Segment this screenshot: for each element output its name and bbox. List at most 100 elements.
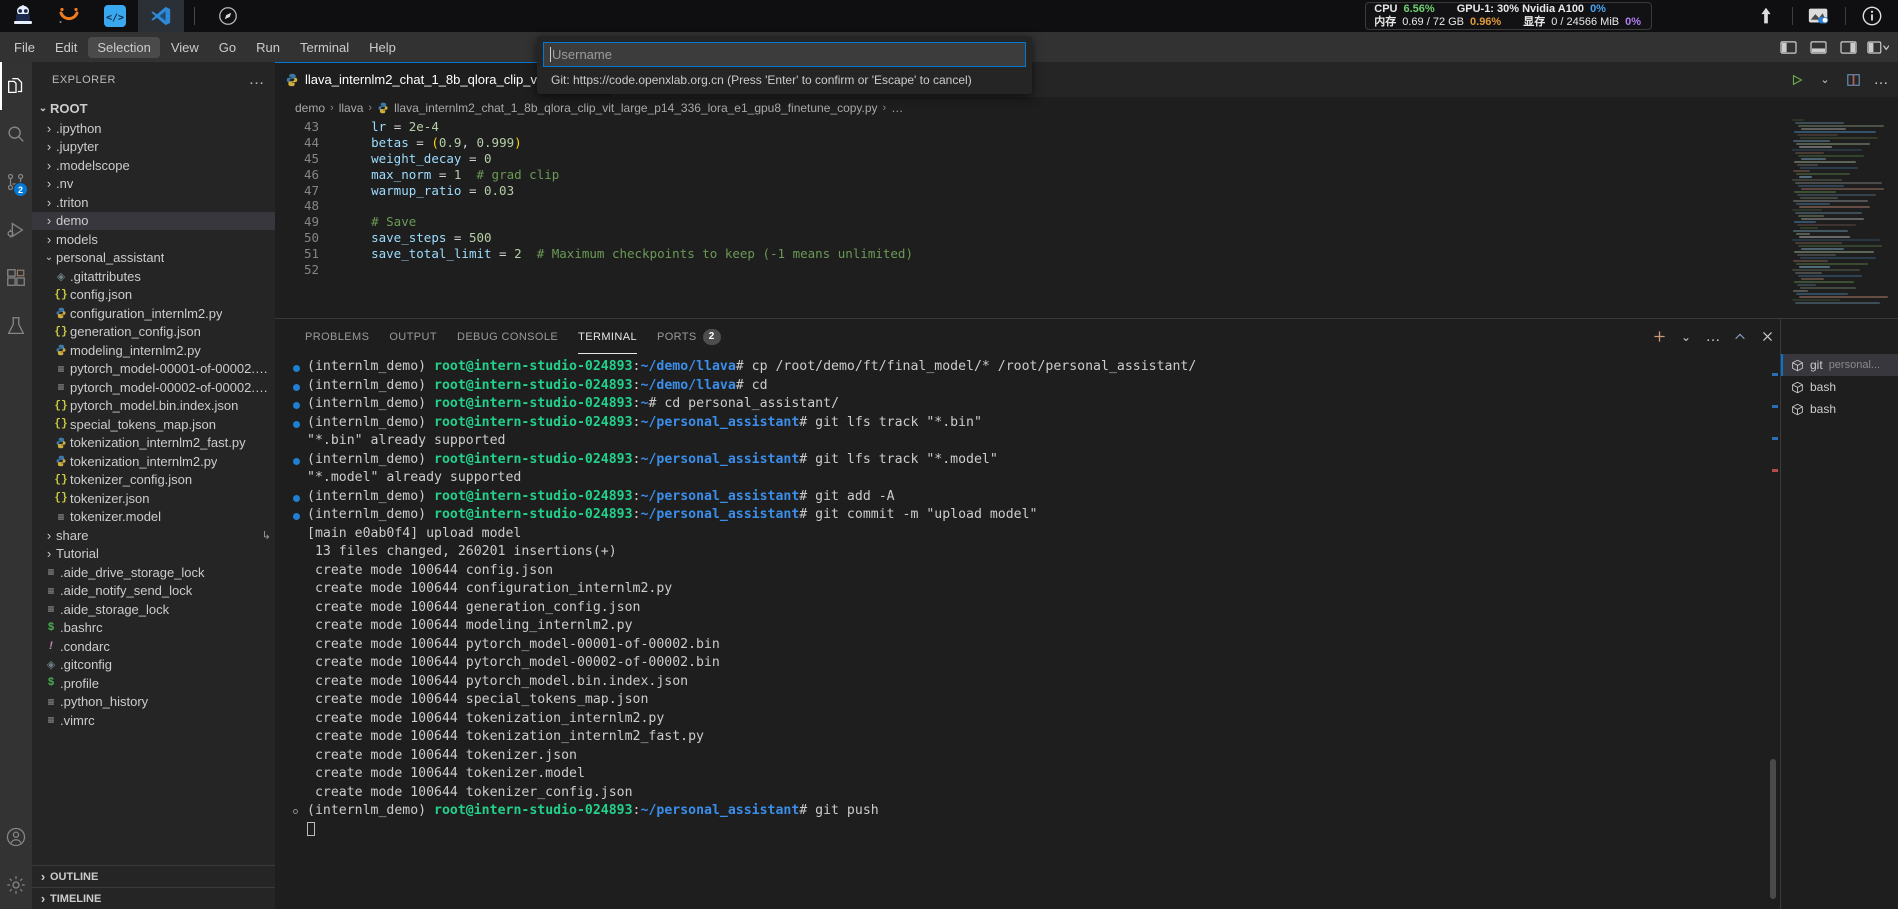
chevron-down-icon[interactable]: ⌄: [1812, 67, 1838, 93]
gear-icon[interactable]: [0, 861, 32, 909]
tree-item[interactable]: › models: [32, 230, 275, 249]
tree-item[interactable]: › demo: [32, 211, 275, 230]
menu-terminal[interactable]: Terminal: [291, 37, 358, 58]
command-decoration-icon[interactable]: [293, 513, 300, 520]
play-icon[interactable]: [1784, 67, 1810, 93]
terminal-scrollbar[interactable]: [1768, 359, 1778, 909]
explorer-more-actions-button[interactable]: …: [249, 71, 266, 87]
run-debug-icon[interactable]: [0, 206, 32, 254]
tree-item[interactable]: ≡ .python_history: [32, 693, 275, 712]
close-icon[interactable]: [1754, 324, 1780, 350]
tree-item[interactable]: ! .condarc: [32, 637, 275, 656]
tree-item[interactable]: tokenization_internlm2.py: [32, 452, 275, 471]
outline-section[interactable]: › OUTLINE: [32, 865, 275, 887]
tree-item[interactable]: ≡ pytorch_model-00002-of-00002.bin: [32, 378, 275, 397]
command-decoration-icon[interactable]: [293, 383, 300, 391]
menu-go[interactable]: Go: [210, 37, 245, 58]
tree-item[interactable]: › .nv: [32, 175, 275, 194]
breadcrumb-item[interactable]: llava: [339, 101, 364, 115]
tree-item[interactable]: tokenization_internlm2_fast.py: [32, 434, 275, 453]
command-decoration-icon[interactable]: [293, 809, 298, 814]
tree-item[interactable]: ⌄ personal_assistant: [32, 249, 275, 268]
files-icon[interactable]: [0, 62, 32, 110]
tree-item[interactable]: › .triton: [32, 193, 275, 212]
explorer-root-folder[interactable]: ⌄ ROOT: [32, 97, 275, 119]
tree-item[interactable]: {} generation_config.json: [32, 323, 275, 342]
ellipsis-icon[interactable]: …: [1868, 67, 1894, 93]
tree-item[interactable]: {} pytorch_model.bin.index.json: [32, 397, 275, 416]
tree-item[interactable]: › Tutorial: [32, 545, 275, 564]
command-decoration-icon[interactable]: [293, 494, 300, 502]
tab-problems[interactable]: PROBLEMS: [295, 319, 379, 354]
menu-help[interactable]: Help: [360, 37, 405, 58]
account-icon[interactable]: [0, 813, 32, 861]
breadcrumb-item[interactable]: …: [891, 101, 903, 115]
tree-item[interactable]: ≡ .aide_notify_send_lock: [32, 582, 275, 601]
tree-item[interactable]: › .jupyter: [32, 138, 275, 157]
tree-item[interactable]: modeling_internlm2.py: [32, 341, 275, 360]
tree-item[interactable]: {} config.json: [32, 286, 275, 305]
terminal-output[interactable]: (internlm_demo) root@intern-studio-02489…: [275, 359, 1780, 909]
tree-item[interactable]: ≡ tokenizer.model: [32, 508, 275, 527]
menu-view[interactable]: View: [162, 37, 208, 58]
split-icon[interactable]: [1840, 67, 1866, 93]
username-input[interactable]: Username: [543, 42, 1026, 67]
ellipsis-icon[interactable]: …: [1700, 324, 1726, 350]
tree-item[interactable]: $ .bashrc: [32, 619, 275, 638]
info-circle-icon[interactable]: [1846, 0, 1898, 32]
tree-item[interactable]: {} tokenizer_config.json: [32, 471, 275, 490]
toggle-panel-icon[interactable]: [1804, 33, 1832, 61]
tree-item[interactable]: ◈ .gitattributes: [32, 267, 275, 286]
tree-item[interactable]: ≡ pytorch_model-00001-of-00002.bin: [32, 360, 275, 379]
tree-item[interactable]: $ .profile: [32, 674, 275, 693]
beaker-icon[interactable]: [0, 302, 32, 350]
chevron-up-icon[interactable]: [1727, 324, 1753, 350]
compass-icon[interactable]: [205, 0, 251, 32]
plus-icon[interactable]: [1646, 324, 1672, 350]
image-toggle-icon[interactable]: [1793, 0, 1845, 32]
source-control-icon[interactable]: 2: [0, 158, 32, 206]
tab-ports[interactable]: PORTS 2: [647, 319, 731, 354]
tree-item[interactable]: ≡ .aide_storage_lock: [32, 600, 275, 619]
terminal-tab-git[interactable]: git personal...: [1781, 354, 1898, 376]
toggle-primary-sidebar-icon[interactable]: [1774, 33, 1802, 61]
tree-item[interactable]: {} special_tokens_map.json: [32, 415, 275, 434]
system-resource-monitor[interactable]: CPU 6.56% GPU-1: 30% Nvidia A100 0% 内存 0…: [1365, 2, 1652, 30]
tree-item[interactable]: › .ipython: [32, 119, 275, 138]
terminal-tab-bash-1[interactable]: bash: [1781, 376, 1898, 398]
tab-debug-console[interactable]: DEBUG CONSOLE: [447, 319, 568, 354]
tree-item[interactable]: › .modelscope: [32, 156, 275, 175]
chevron-down-icon[interactable]: ⌄: [1673, 324, 1699, 350]
tree-item[interactable]: {} tokenizer.json: [32, 489, 275, 508]
tree-item[interactable]: › share ↳: [32, 526, 275, 545]
customize-layout-icon[interactable]: [1864, 33, 1892, 61]
search-icon[interactable]: [0, 110, 32, 158]
menu-selection[interactable]: Selection: [88, 36, 160, 58]
toggle-secondary-sidebar-icon[interactable]: [1834, 33, 1862, 61]
breadcrumb-item[interactable]: demo: [295, 101, 325, 115]
tree-item[interactable]: ≡ .aide_drive_storage_lock: [32, 563, 275, 582]
tab-terminal[interactable]: TERMINAL: [568, 319, 647, 354]
tree-item[interactable]: ◈ .gitconfig: [32, 656, 275, 675]
command-decoration-icon[interactable]: [293, 457, 300, 465]
command-decoration-icon[interactable]: [293, 365, 300, 372]
orange-arc-icon[interactable]: [46, 0, 92, 32]
intern-studio-logo-icon[interactable]: [0, 0, 46, 32]
extensions-icon[interactable]: [0, 254, 32, 302]
code-brackets-icon[interactable]: </>: [92, 0, 138, 32]
command-decoration-icon[interactable]: [293, 420, 300, 428]
tree-item[interactable]: ≡ .vimrc: [32, 711, 275, 730]
menu-file[interactable]: File: [5, 37, 44, 58]
tree-item[interactable]: configuration_internlm2.py: [32, 304, 275, 323]
breadcrumb-item[interactable]: llava_internlm2_chat_1_8b_qlora_clip_vit…: [394, 101, 877, 115]
menu-run[interactable]: Run: [247, 37, 289, 58]
command-decoration-icon[interactable]: [293, 402, 300, 409]
minimap[interactable]: [1792, 119, 1892, 315]
upload-arrow-icon[interactable]: [1740, 0, 1792, 32]
scrollbar-thumb[interactable]: [1770, 759, 1776, 899]
vscode-icon[interactable]: [138, 0, 184, 32]
timeline-section[interactable]: › TIMELINE: [32, 887, 275, 909]
menu-edit[interactable]: Edit: [46, 37, 86, 58]
code-editor[interactable]: 43 lr = 2e-4 44 betas = (0.9, 0.999) 45 we…: [275, 119, 1898, 319]
tab-output[interactable]: OUTPUT: [379, 319, 447, 354]
